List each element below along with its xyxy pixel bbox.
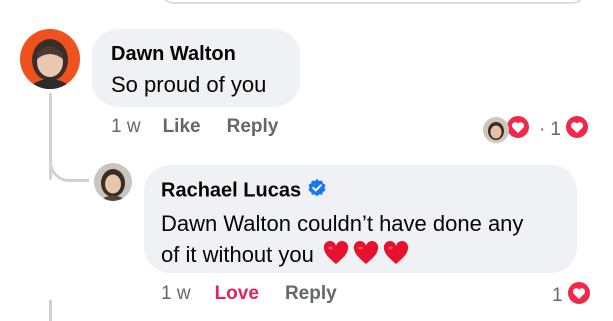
- reply-bubble: Rachael Lucas Dawn Walton couldn’t have …: [144, 165, 577, 273]
- reply-reaction-summary[interactable]: 1: [552, 280, 592, 312]
- thread-line-tail: [49, 300, 52, 321]
- reply-timestamp[interactable]: 1 w: [161, 283, 191, 305]
- reply-text: Dawn Walton couldn’t have done any of it…: [161, 208, 577, 274]
- love-reaction-icon: [563, 114, 590, 146]
- comment-author[interactable]: Dawn Walton: [111, 43, 300, 66]
- comment-text: So proud of you: [111, 72, 267, 97]
- reply-actions: 1 w Love Reply: [161, 283, 337, 305]
- reply-reaction-count: 1: [552, 285, 563, 306]
- thread-connector: [49, 150, 89, 182]
- reply-button[interactable]: Reply: [227, 116, 279, 138]
- reply-author[interactable]: Rachael Lucas: [161, 178, 577, 204]
- avatar-dawn-walton[interactable]: [20, 29, 80, 89]
- comment-composer-edge[interactable]: [158, 0, 588, 4]
- reply-author-name[interactable]: Rachael Lucas: [161, 179, 301, 201]
- avatar-rachael-lucas[interactable]: [94, 163, 132, 201]
- reaction-separator: ·: [539, 119, 546, 140]
- love-button[interactable]: Love: [215, 283, 259, 305]
- like-button[interactable]: Like: [163, 116, 201, 138]
- reply-text-line-1: Dawn Walton couldn’t have done any: [161, 211, 524, 236]
- comment-actions: 1 w Like Reply: [111, 116, 278, 138]
- reaction-summary[interactable]: · 1: [483, 114, 590, 146]
- love-reaction-icon: [565, 280, 592, 312]
- reaction-count: 1: [550, 119, 561, 140]
- red-heart-emoji-icon: [382, 240, 410, 274]
- comment-bubble: Dawn Walton So proud of you: [92, 29, 300, 107]
- red-heart-emoji-icon: [322, 240, 350, 274]
- reply-button[interactable]: Reply: [285, 283, 337, 305]
- verified-badge-icon: [307, 178, 327, 204]
- red-heart-emoji-icon: [352, 240, 380, 274]
- reactor-avatar: [483, 117, 509, 143]
- reply-text-line-2-words: of it without you: [161, 242, 314, 267]
- comment-thread: Dawn Walton So proud of you 1 w Like Rep…: [0, 0, 613, 321]
- comment-timestamp[interactable]: 1 w: [111, 116, 141, 138]
- reply-text-line-2: of it without you: [161, 239, 577, 274]
